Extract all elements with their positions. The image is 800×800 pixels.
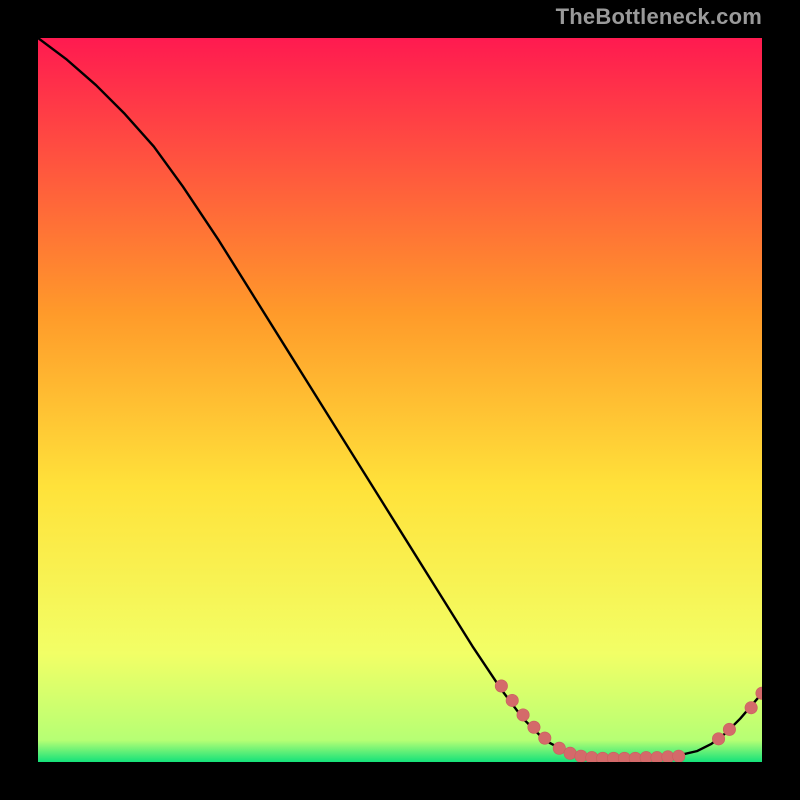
data-point-marker bbox=[597, 752, 609, 762]
data-point-marker bbox=[607, 752, 619, 762]
data-point-marker bbox=[745, 702, 757, 714]
data-point-marker bbox=[586, 751, 598, 762]
bottleneck-chart bbox=[38, 38, 762, 762]
data-point-marker bbox=[723, 723, 735, 735]
data-point-marker bbox=[651, 751, 663, 762]
data-point-marker bbox=[506, 694, 518, 706]
data-point-marker bbox=[673, 750, 685, 762]
data-point-marker bbox=[539, 732, 551, 744]
data-point-marker bbox=[528, 721, 540, 733]
watermark-text: TheBottleneck.com bbox=[556, 6, 762, 28]
data-point-marker bbox=[640, 751, 652, 762]
data-point-marker bbox=[629, 752, 641, 762]
data-point-marker bbox=[517, 709, 529, 721]
data-point-marker bbox=[564, 747, 576, 759]
data-point-marker bbox=[712, 733, 724, 745]
data-point-marker bbox=[495, 680, 507, 692]
data-point-marker bbox=[662, 751, 674, 762]
data-point-marker bbox=[618, 752, 630, 762]
chart-stage: TheBottleneck.com bbox=[0, 0, 800, 800]
gradient-background bbox=[38, 38, 762, 762]
data-point-marker bbox=[553, 742, 565, 754]
data-point-marker bbox=[575, 750, 587, 762]
